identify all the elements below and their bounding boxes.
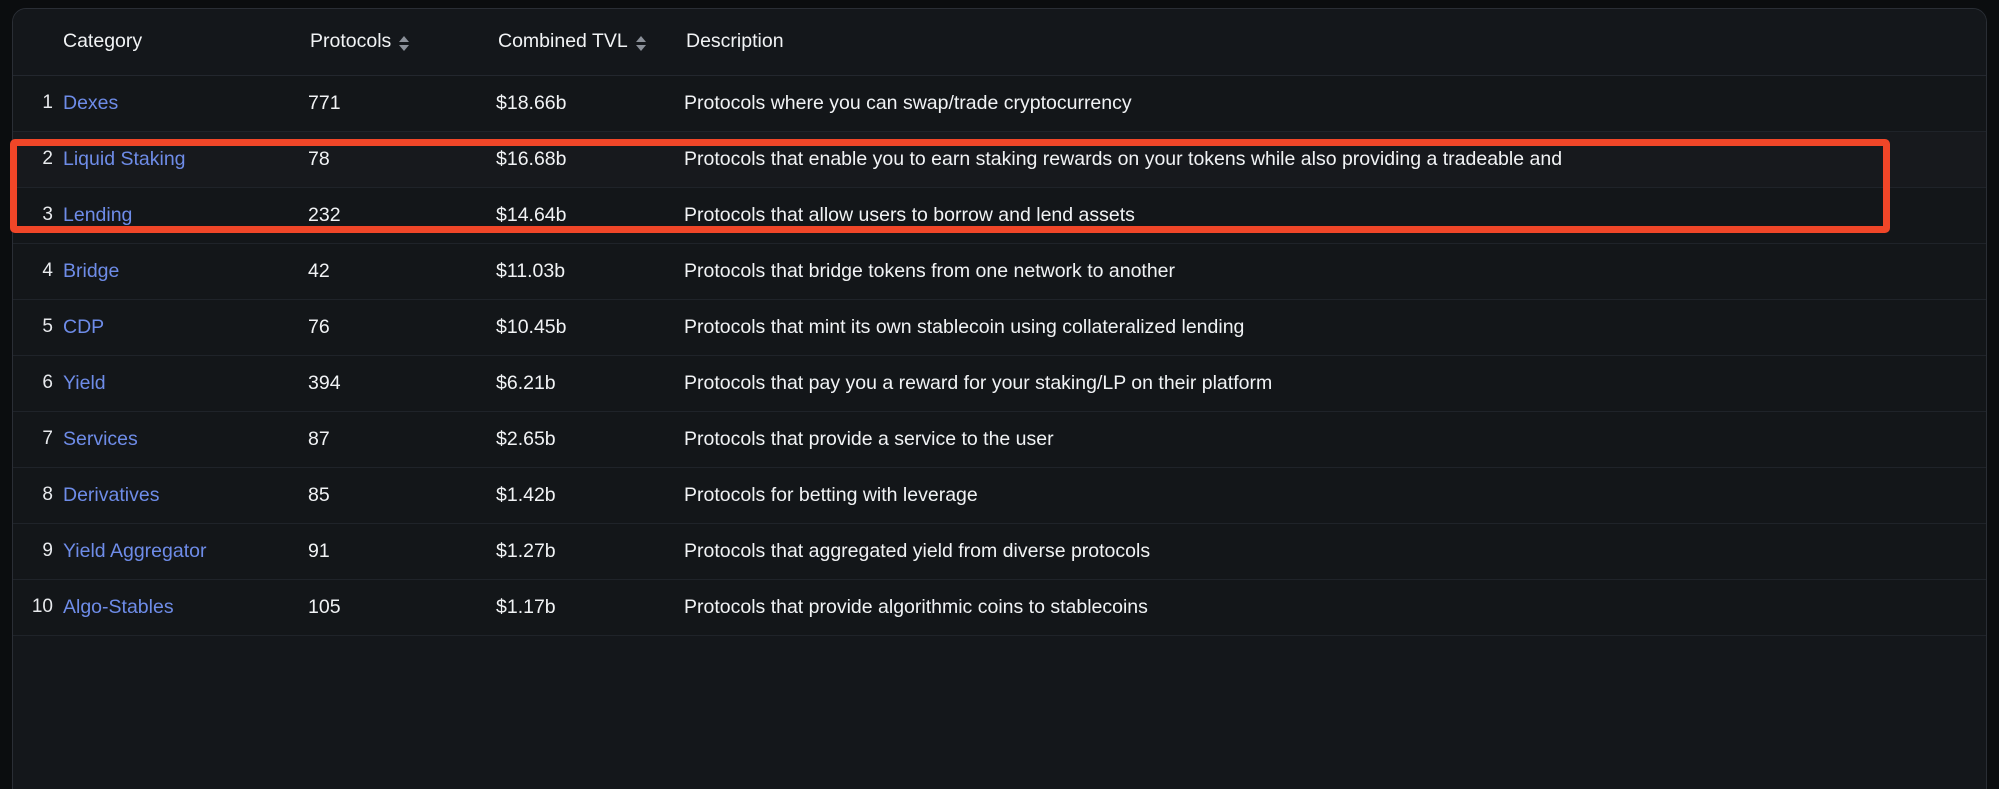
row-description: Protocols that pay you a reward for your… (684, 355, 1986, 412)
table-row[interactable]: 2 Liquid Staking 78 $16.68b Protocols that e… (13, 131, 1986, 188)
table-row[interactable]: 1 Dexes 771 $18.66b Protocols where you can … (13, 75, 1986, 132)
table-row[interactable]: 4 Bridge 42 $11.03b Protocols that bridge to… (13, 243, 1986, 300)
row-description: Protocols that enable you to earn stakin… (684, 131, 1986, 188)
category-link[interactable]: Yield (63, 372, 106, 394)
row-rank: 6 (13, 355, 63, 412)
category-link[interactable]: Yield Aggregator (63, 540, 206, 562)
row-protocols-count: 42 (308, 243, 496, 300)
row-description: Protocols for betting with leverage (684, 467, 1986, 524)
row-rank: 4 (13, 243, 63, 300)
column-header-protocols-label: Protocols (310, 30, 392, 53)
column-header-combined-tvl-label: Combined TVL (498, 30, 628, 53)
row-category: Bridge (63, 243, 308, 300)
table-header-row: Category Protocols Combined TVL Descript… (13, 9, 1986, 76)
row-combined-tvl: $1.42b (496, 467, 684, 524)
row-combined-tvl: $1.17b (496, 579, 684, 636)
row-category: Derivatives (63, 467, 308, 524)
categories-table-card: Category Protocols Combined TVL Descript… (12, 8, 1987, 789)
sort-arrows-icon[interactable] (399, 35, 410, 52)
table-row[interactable]: 10 Algo-Stables 105 $1.17b Protocols that pr… (13, 579, 1986, 636)
table-header: Category Protocols Combined TVL Descript… (13, 9, 1986, 76)
row-rank: 5 (13, 299, 63, 356)
row-combined-tvl: $2.65b (496, 411, 684, 468)
row-combined-tvl: $18.66b (496, 75, 684, 132)
category-link[interactable]: Dexes (63, 92, 118, 114)
screenshot-root: Category Protocols Combined TVL Descript… (0, 0, 1999, 789)
category-link[interactable]: Liquid Staking (63, 148, 186, 170)
row-combined-tvl: $16.68b (496, 131, 684, 188)
row-category: Yield (63, 355, 308, 412)
row-category: Services (63, 411, 308, 468)
sort-arrows-icon[interactable] (635, 35, 647, 52)
column-header-protocols[interactable]: Protocols (308, 9, 496, 76)
row-protocols-count: 85 (308, 467, 496, 524)
column-header-rank (13, 9, 63, 76)
row-combined-tvl: $11.03b (496, 243, 684, 300)
table-row[interactable]: 7 Services 87 $2.65b Protocols that provide … (13, 411, 1986, 468)
table-row[interactable]: 3 Lending 232 $14.64b Protocols that allow u… (13, 187, 1986, 244)
row-description: Protocols that allow users to borrow and… (684, 187, 1986, 244)
row-combined-tvl: $10.45b (496, 299, 684, 356)
row-category: Lending (63, 187, 308, 244)
row-protocols-count: 87 (308, 411, 496, 468)
row-protocols-count: 76 (308, 299, 496, 356)
column-header-description[interactable]: Description (684, 9, 1986, 76)
row-combined-tvl: $1.27b (496, 523, 684, 580)
category-link[interactable]: Derivatives (63, 484, 159, 506)
categories-table: Category Protocols Combined TVL Descript… (13, 9, 1986, 636)
row-category: Algo-Stables (63, 579, 308, 636)
row-category: Yield Aggregator (63, 523, 308, 580)
table-row[interactable]: 6 Yield 394 $6.21b Protocols that pay you a … (13, 355, 1986, 412)
row-protocols-count: 105 (308, 579, 496, 636)
row-rank: 9 (13, 523, 63, 580)
column-header-category-label: Category (63, 30, 143, 53)
row-category: CDP (63, 299, 308, 356)
category-link[interactable]: Bridge (63, 260, 119, 282)
category-link[interactable]: CDP (63, 316, 104, 338)
column-header-category[interactable]: Category (63, 9, 308, 76)
row-protocols-count: 771 (308, 75, 496, 132)
row-rank: 1 (13, 75, 63, 132)
column-header-description-label: Description (686, 30, 784, 53)
row-category: Liquid Staking (63, 131, 308, 188)
row-protocols-count: 232 (308, 187, 496, 244)
row-description: Protocols that provide a service to the … (684, 411, 1986, 468)
row-protocols-count: 394 (308, 355, 496, 412)
row-protocols-count: 78 (308, 131, 496, 188)
row-rank: 2 (13, 131, 63, 188)
table-body: 1 Dexes 771 $18.66b Protocols where you can … (13, 75, 1986, 636)
row-protocols-count: 91 (308, 523, 496, 580)
row-category: Dexes (63, 75, 308, 132)
row-description: Protocols where you can swap/trade crypt… (684, 75, 1986, 132)
category-link[interactable]: Lending (63, 204, 132, 226)
table-row[interactable]: 5 CDP 76 $10.45b Protocols that mint its own… (13, 299, 1986, 356)
row-description: Protocols that mint its own stablecoin u… (684, 299, 1986, 356)
category-link[interactable]: Algo-Stables (63, 596, 174, 618)
row-description: Protocols that bridge tokens from one ne… (684, 243, 1986, 300)
row-rank: 3 (13, 187, 63, 244)
table-row[interactable]: 8 Derivatives 85 $1.42b Protocols for bettin… (13, 467, 1986, 524)
table-row[interactable]: 9 Yield Aggregator 91 $1.27b Protocols that … (13, 523, 1986, 580)
row-combined-tvl: $6.21b (496, 355, 684, 412)
row-combined-tvl: $14.64b (496, 187, 684, 244)
category-link[interactable]: Services (63, 428, 138, 450)
row-rank: 7 (13, 411, 63, 468)
row-rank: 10 (13, 579, 63, 636)
row-rank: 8 (13, 467, 63, 524)
row-description: Protocols that provide algorithmic coins… (684, 579, 1986, 636)
row-description: Protocols that aggregated yield from div… (684, 523, 1986, 580)
column-header-combined-tvl[interactable]: Combined TVL (496, 9, 684, 76)
